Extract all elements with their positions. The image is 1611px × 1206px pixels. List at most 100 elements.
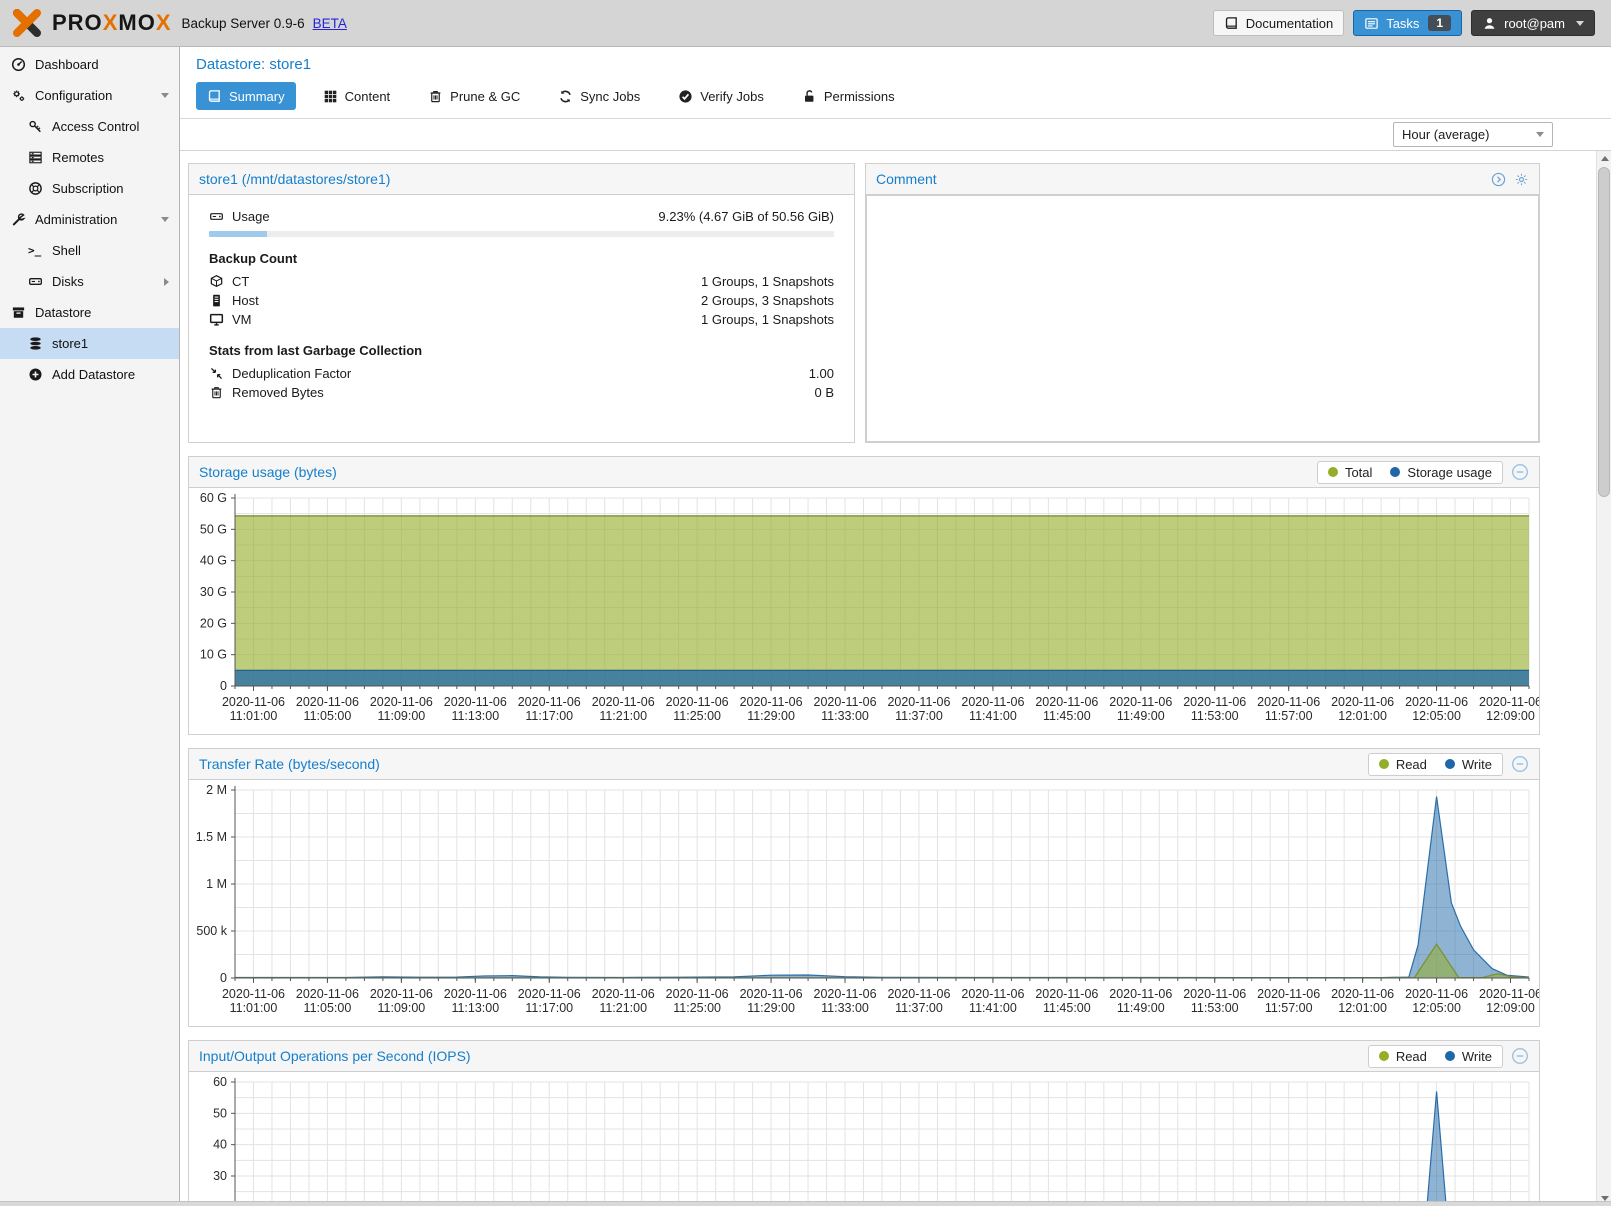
iops-chart: 60504030201002020-11-0611:01:002020-11-0… — [189, 1072, 1539, 1206]
svg-text:2020-11-06: 2020-11-06 — [370, 987, 433, 1001]
tab-content[interactable]: Content — [312, 82, 402, 110]
svg-text:60 G: 60 G — [200, 491, 227, 505]
transfer-rate-chart-panel: Transfer Rate (bytes/second) Read Write — [188, 748, 1540, 1027]
svg-text:2020-11-06: 2020-11-06 — [814, 987, 877, 1001]
expand-arrow-icon — [164, 278, 169, 286]
proxmox-logo: PROXMOX — [10, 6, 172, 40]
proxmox-x-icon — [10, 6, 44, 40]
transfer-rate-chart-title: Transfer Rate (bytes/second) — [199, 756, 380, 772]
legend-dot-total — [1328, 467, 1338, 477]
svg-text:11:37:00: 11:37:00 — [895, 709, 943, 723]
sidebar-item-store1[interactable]: store1 — [0, 328, 179, 359]
legend-dot-read — [1379, 1051, 1389, 1061]
circle-chevron-right-icon[interactable] — [1491, 171, 1506, 188]
sidebar-item-access-control[interactable]: Access Control — [0, 111, 179, 142]
sidebar-item-remotes[interactable]: Remotes — [0, 142, 179, 173]
gc-stats-header: Stats from last Garbage Collection — [209, 343, 834, 358]
svg-text:40: 40 — [213, 1138, 227, 1152]
comment-input[interactable] — [866, 195, 1539, 442]
svg-text:2020-11-06: 2020-11-06 — [740, 987, 803, 1001]
unlock-icon — [802, 89, 817, 104]
legend-item-total[interactable]: Total — [1328, 465, 1372, 480]
svg-text:11:17:00: 11:17:00 — [525, 709, 573, 723]
vm-row: VM 1 Groups, 1 Snapshots — [209, 310, 834, 329]
svg-text:11:49:00: 11:49:00 — [1117, 1001, 1165, 1015]
svg-text:2020-11-06: 2020-11-06 — [666, 695, 729, 709]
gear-icon[interactable] — [1514, 171, 1529, 188]
sidebar-item-datastore[interactable]: Datastore — [0, 297, 179, 328]
svg-text:2020-11-06: 2020-11-06 — [740, 695, 803, 709]
tab-sync-jobs[interactable]: Sync Jobs — [547, 82, 651, 110]
vertical-scrollbar[interactable] — [1596, 151, 1611, 1206]
svg-text:11:29:00: 11:29:00 — [747, 709, 795, 723]
host-value: 2 Groups, 3 Snapshots — [701, 293, 834, 308]
svg-text:40 G: 40 G — [200, 554, 227, 568]
svg-text:2020-11-06: 2020-11-06 — [222, 987, 285, 1001]
svg-text:2020-11-06: 2020-11-06 — [961, 695, 1024, 709]
collapse-minus-icon[interactable] — [1511, 1047, 1529, 1065]
scroll-up-button[interactable] — [1597, 151, 1611, 166]
legend-item-read[interactable]: Read — [1379, 1049, 1427, 1064]
svg-text:2020-11-06: 2020-11-06 — [1479, 695, 1539, 709]
svg-text:1 M: 1 M — [206, 877, 227, 891]
sync-icon — [558, 89, 573, 104]
host-label: Host — [232, 293, 259, 308]
svg-text:2020-11-06: 2020-11-06 — [666, 987, 729, 1001]
svg-text:11:21:00: 11:21:00 — [599, 709, 647, 723]
svg-text:11:53:00: 11:53:00 — [1191, 1001, 1239, 1015]
legend-item-write[interactable]: Write — [1445, 1049, 1492, 1064]
summary-toolbar: Hour (average) — [180, 119, 1611, 151]
life-ring-icon — [28, 181, 43, 196]
sidebar-item-add-datastore[interactable]: Add Datastore — [0, 359, 179, 390]
svg-text:11:05:00: 11:05:00 — [304, 709, 352, 723]
tasks-button[interactable]: Tasks 1 — [1353, 10, 1462, 36]
svg-text:11:21:00: 11:21:00 — [599, 1001, 647, 1015]
svg-text:2020-11-06: 2020-11-06 — [444, 695, 507, 709]
collapse-minus-icon[interactable] — [1511, 755, 1529, 773]
sidebar-item-administration[interactable]: Administration — [0, 204, 179, 235]
tab-summary[interactable]: Summary — [196, 82, 296, 110]
sidebar-item-configuration[interactable]: Configuration — [0, 80, 179, 111]
svg-text:2 M: 2 M — [206, 783, 227, 797]
svg-text:0: 0 — [220, 679, 227, 693]
user-menu-button[interactable]: root@pam — [1471, 10, 1595, 36]
window-bottom-edge — [0, 1201, 1611, 1206]
page-title: Datastore: store1 — [196, 56, 1611, 73]
sidebar-item-subscription[interactable]: Subscription — [0, 173, 179, 204]
hdd-icon — [28, 274, 43, 289]
plus-circle-icon — [28, 367, 43, 382]
summary-content: store1 (/mnt/datastores/store1) Usage 9.… — [180, 151, 1611, 1206]
svg-text:11:33:00: 11:33:00 — [821, 1001, 869, 1015]
tab-prune-gc[interactable]: Prune & GC — [417, 82, 531, 110]
tab-verify-jobs[interactable]: Verify Jobs — [667, 82, 775, 110]
documentation-button[interactable]: Documentation — [1213, 10, 1344, 36]
beta-link[interactable]: BETA — [313, 16, 347, 31]
main-area: Datastore: store1 Summary Content — [180, 47, 1611, 1206]
store1-panel-title: store1 (/mnt/datastores/store1) — [199, 171, 390, 187]
scrollbar-thumb[interactable] — [1598, 167, 1610, 497]
time-range-select[interactable]: Hour (average) — [1393, 122, 1553, 147]
book-icon — [1224, 16, 1239, 31]
svg-text:11:09:00: 11:09:00 — [378, 709, 426, 723]
svg-text:11:05:00: 11:05:00 — [304, 1001, 352, 1015]
svg-text:2020-11-06: 2020-11-06 — [1109, 987, 1172, 1001]
legend-item-write[interactable]: Write — [1445, 757, 1492, 772]
grid-icon — [323, 89, 338, 104]
sidebar-item-disks[interactable]: Disks — [0, 266, 179, 297]
svg-text:2020-11-06: 2020-11-06 — [518, 695, 581, 709]
svg-text:2020-11-06: 2020-11-06 — [518, 987, 581, 1001]
svg-text:2020-11-06: 2020-11-06 — [1257, 987, 1320, 1001]
svg-text:12:09:00: 12:09:00 — [1486, 709, 1535, 723]
sidebar-item-dashboard[interactable]: Dashboard — [0, 49, 179, 80]
server-list-icon — [28, 150, 43, 165]
sidebar-item-shell[interactable]: >_ Shell — [0, 235, 179, 266]
ct-value: 1 Groups, 1 Snapshots — [701, 274, 834, 289]
svg-text:12:05:00: 12:05:00 — [1412, 1001, 1461, 1015]
host-row: Host 2 Groups, 3 Snapshots — [209, 291, 834, 310]
legend-item-read[interactable]: Read — [1379, 757, 1427, 772]
svg-text:12:01:00: 12:01:00 — [1338, 1001, 1387, 1015]
collapse-minus-icon[interactable] — [1511, 463, 1529, 481]
tab-permissions[interactable]: Permissions — [791, 82, 906, 110]
legend-item-storage-usage[interactable]: Storage usage — [1390, 465, 1492, 480]
svg-text:2020-11-06: 2020-11-06 — [961, 987, 1024, 1001]
